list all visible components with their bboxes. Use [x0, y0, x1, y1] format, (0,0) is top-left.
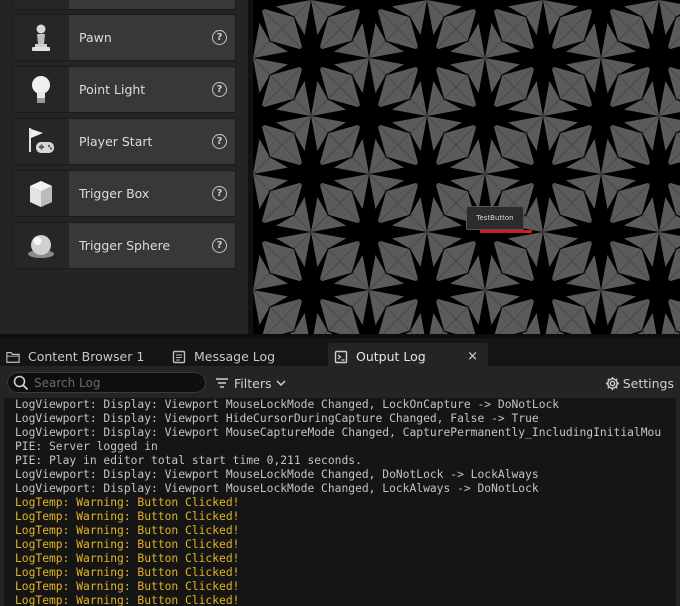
help-icon[interactable]: ?: [212, 82, 227, 97]
filters-label: Filters: [234, 375, 272, 391]
place-actors-panel: Pawn ? Point Light ? Player Start ? Trig…: [0, 0, 248, 334]
log-line-warning: LogTemp: Warning: Button Clicked!: [15, 538, 240, 551]
actor-item-trigger-box[interactable]: Trigger Box ?: [12, 170, 236, 217]
output-log-toolbar: Filters Settings: [0, 366, 680, 398]
test-button-underline: [480, 230, 532, 233]
log-line-warning: LogTemp: Warning: Button Clicked!: [15, 580, 240, 593]
output-log-icon: [334, 350, 348, 364]
output-log-area: LogViewport: Display: Viewport MouseLock…: [0, 398, 680, 606]
search-icon: [13, 375, 29, 391]
close-icon[interactable]: ×: [467, 349, 478, 364]
log-line-warning: LogTemp: Warning: Button Clicked!: [15, 524, 240, 537]
star-pattern-background: [253, 0, 680, 334]
log-line-warning: LogTemp: Warning: Button Clicked!: [15, 594, 240, 606]
help-icon[interactable]: ?: [212, 30, 227, 45]
tab-label: Content Browser 1: [28, 349, 145, 364]
settings-button[interactable]: Settings: [605, 374, 674, 392]
filters-button[interactable]: Filters: [215, 374, 287, 392]
log-line: LogViewport: Display: Viewport HideCurso…: [15, 412, 539, 425]
level-viewport[interactable]: TestButton: [253, 0, 680, 334]
help-icon[interactable]: ?: [212, 186, 227, 201]
log-lines[interactable]: LogViewport: Display: Viewport MouseLock…: [4, 398, 676, 606]
tab-label: Output Log: [356, 349, 426, 364]
actor-item-point-light[interactable]: Point Light ?: [12, 66, 236, 113]
help-icon[interactable]: ?: [212, 134, 227, 149]
folder-icon: [6, 350, 20, 364]
log-line: LogViewport: Display: Viewport MouseLock…: [15, 482, 539, 495]
tab-label: Message Log: [194, 349, 276, 364]
log-line: LogViewport: Display: Viewport MouseCapt…: [15, 426, 662, 439]
log-line: PIE: Server logged in: [15, 440, 158, 453]
log-line: LogViewport: Display: Viewport MouseLock…: [15, 468, 539, 481]
log-line-warning: LogTemp: Warning: Button Clicked!: [15, 510, 240, 523]
sphere-icon: [13, 223, 69, 268]
actor-item-label: Trigger Sphere: [79, 238, 171, 253]
search-box[interactable]: [7, 372, 206, 393]
settings-label: Settings: [622, 375, 674, 391]
log-line-warning: LogTemp: Warning: Button Clicked!: [15, 566, 240, 579]
bottom-tab-bar: Content Browser 1 Message Log Output Log…: [0, 334, 680, 370]
pawn-icon: [13, 15, 69, 60]
actor-item-label: Player Start: [79, 134, 153, 149]
help-icon[interactable]: ?: [212, 238, 227, 253]
filter-icon: [216, 378, 228, 388]
flag-gamepad-icon: [13, 119, 69, 164]
actor-item-cube[interactable]: [12, 0, 236, 10]
log-line: LogViewport: Display: Viewport MouseLock…: [15, 398, 560, 411]
actor-item-label: Trigger Box: [79, 186, 150, 201]
actor-item-pawn[interactable]: Pawn ?: [12, 14, 236, 61]
test-button[interactable]: TestButton: [466, 206, 524, 230]
message-log-icon: [172, 350, 186, 364]
actor-item-label: Point Light: [79, 82, 146, 97]
lightbulb-icon: [13, 67, 69, 112]
gear-icon: [605, 376, 619, 390]
chevron-down-icon: [276, 380, 287, 387]
log-line-warning: LogTemp: Warning: Button Clicked!: [15, 496, 240, 509]
log-line-warning: LogTemp: Warning: Button Clicked!: [15, 552, 240, 565]
log-line: PIE: Play in editor total start time 0,2…: [15, 454, 362, 467]
cube-icon: [13, 0, 69, 9]
actor-item-trigger-sphere[interactable]: Trigger Sphere ?: [12, 222, 236, 269]
actor-item-label: Pawn: [79, 30, 112, 45]
search-input[interactable]: [34, 374, 199, 391]
actor-item-player-start[interactable]: Player Start ?: [12, 118, 236, 165]
box-icon: [13, 171, 69, 216]
